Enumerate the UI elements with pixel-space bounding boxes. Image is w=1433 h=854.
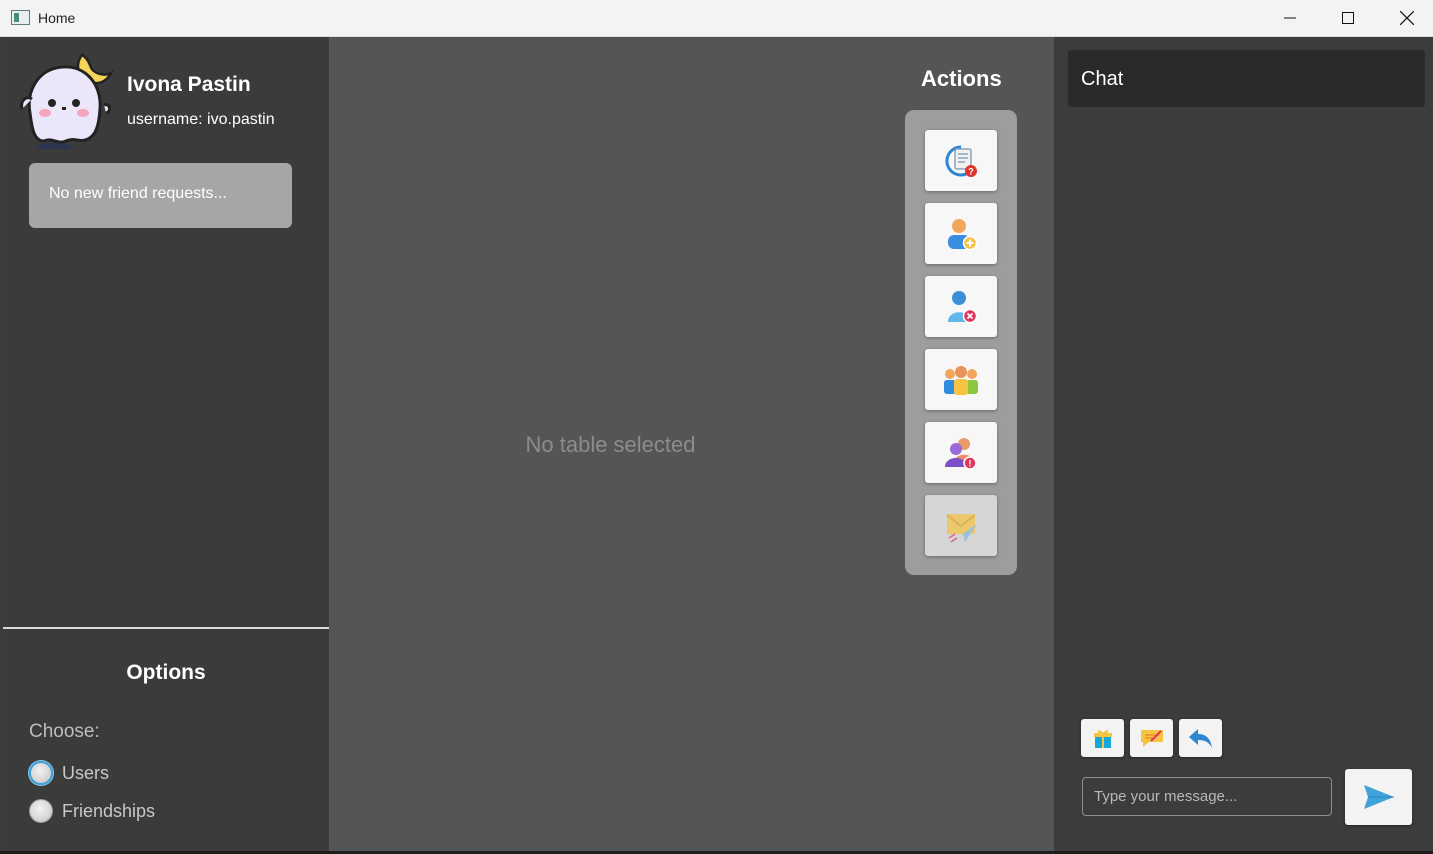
chat-title: Chat [1068,50,1425,107]
send-mail-button[interactable] [925,495,997,556]
center-panel: No table selected Actions ? ! [329,37,1054,852]
minimize-icon [1284,17,1296,19]
radio-label-friendships: Friendships [62,800,156,821]
actions-toolbar: ? ! [905,110,1017,575]
radio-users[interactable]: Users [29,761,109,785]
radio-button-friendships[interactable] [29,799,53,823]
group-button[interactable] [925,349,997,410]
sticky-note-button[interactable] [1130,719,1173,757]
ghost-avatar-icon [18,51,114,151]
actions-title: Actions [921,66,1002,91]
remove-user-button[interactable] [925,276,997,337]
maximize-icon [1342,12,1354,24]
close-button[interactable] [1378,0,1433,36]
group-icon [944,365,978,395]
reply-button[interactable] [1179,719,1222,757]
minimize-button[interactable] [1261,0,1319,36]
title-bar: Home [0,0,1433,37]
reply-icon [1188,729,1212,748]
friend-requests-box: No new friend requests... [29,163,292,228]
send-icon [1363,785,1394,809]
username-label: username: ivo.pastin [127,111,275,128]
radio-label-users: Users [62,762,110,783]
divider [3,627,329,629]
user-name: Ivona Pastin [127,73,251,96]
add-user-icon [948,218,978,250]
send-button[interactable] [1345,769,1412,825]
left-panel: Ivona Pastin username: ivo.pastin No new… [3,37,329,852]
close-icon [1400,11,1414,25]
friend-alert-button[interactable]: ! [925,422,997,483]
radio-button-users[interactable] [29,761,53,785]
gift-icon [1093,730,1112,748]
window-title: Home [38,10,76,26]
svg-text:!: ! [969,458,972,468]
search-report-icon: ? [945,144,977,177]
gift-button[interactable] [1081,719,1124,757]
add-user-button[interactable] [925,203,997,264]
send-mail-icon [946,513,977,543]
search-report-button[interactable]: ? [925,130,997,191]
friend-alert-icon: ! [945,437,977,470]
choose-label: Choose: [29,721,100,742]
chat-panel: Chat [1054,37,1433,852]
message-input[interactable] [1082,777,1332,816]
options-title: Options [126,661,206,684]
empty-table-message: No table selected [525,432,696,457]
sticky-note-icon [1140,730,1163,747]
maximize-button[interactable] [1319,0,1377,36]
remove-user-icon [948,290,978,323]
svg-text:?: ? [968,166,974,176]
app-icon [11,10,30,25]
radio-friendships[interactable]: Friendships [29,799,155,823]
